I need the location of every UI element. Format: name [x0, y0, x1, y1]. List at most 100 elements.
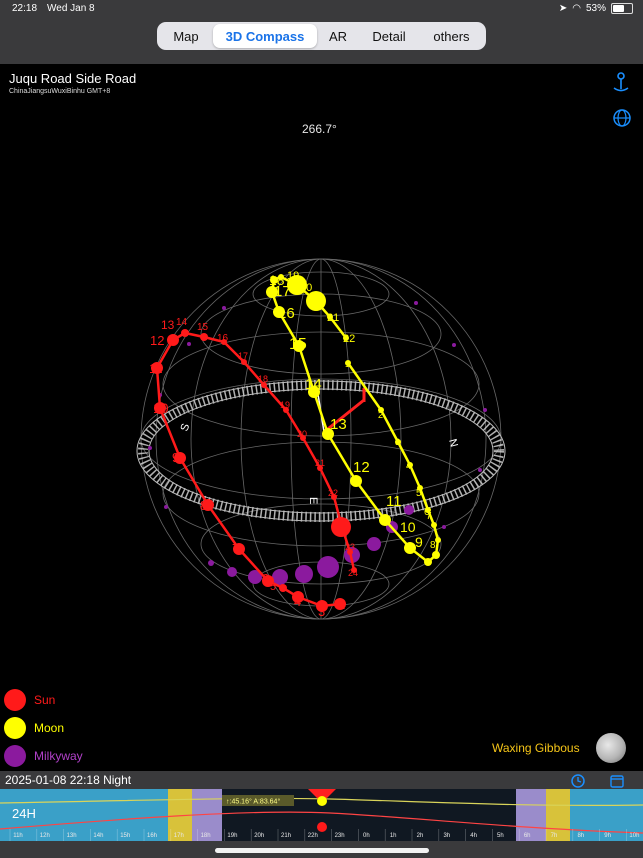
sun-hour-label: 7 [232, 541, 239, 556]
timeline-hour-label: 19h [227, 833, 237, 839]
sun-hour-point [181, 329, 189, 337]
moon-hour-point [273, 306, 285, 318]
battery-percent: 53% [585, 3, 606, 14]
timeline-hour-label: 8h [577, 833, 584, 839]
timeline-hour-label: 0h [363, 833, 370, 839]
milkyway-point [317, 556, 339, 578]
timeline-hour-label: 10h [629, 833, 639, 839]
timeline-hour-label: 6h [524, 833, 531, 839]
milkyway-point [148, 446, 152, 450]
moon-hour-label: 4 [406, 461, 411, 471]
milkyway-point [483, 408, 487, 412]
timeline-hour-label: 22h [308, 833, 318, 839]
milkyway-layer [148, 301, 487, 585]
tab-others[interactable]: others [419, 24, 484, 48]
globe-icon[interactable] [612, 108, 632, 128]
timeline-hour-label: 9h [604, 833, 611, 839]
moon-hour-label: 7 [426, 511, 432, 522]
moon-hour-label: 9 [415, 534, 423, 550]
milkyway-point [222, 306, 226, 310]
celestial-sphere[interactable]: S N E 2345678910111213 14 1516171819202122… [0, 150, 643, 690]
sun-hour-label: 12 [150, 333, 164, 348]
moon-hour-label: 3 [395, 437, 400, 447]
battery-icon [611, 3, 633, 14]
tab-detail[interactable]: Detail [359, 24, 419, 48]
location-pin-icon[interactable] [612, 72, 630, 94]
current-datetime: 2025-01-08 22:18 Night [5, 773, 132, 787]
milkyway-point [404, 505, 414, 515]
moon-hour-point [287, 275, 307, 295]
moon-hour-label: 12 [353, 459, 370, 476]
compass-east: E [307, 497, 319, 504]
sun-hour-point [167, 334, 179, 346]
sun-dot-icon [4, 689, 26, 711]
tab-ar[interactable]: AR [317, 24, 359, 48]
legend-moon: Moon [4, 717, 64, 739]
milkyway-point [164, 505, 168, 509]
sun-current-position [331, 517, 351, 537]
sun-hour-label: 17 [238, 351, 248, 361]
status-indicators: ➤ ◠ 53% [559, 3, 633, 14]
timeline-sun-marker [317, 822, 327, 832]
timeline-range-label: 24H [12, 806, 36, 821]
timeline-hour-label: 7h [551, 833, 558, 839]
clock-icon[interactable] [570, 773, 586, 789]
sun-hour-label: 9 [172, 450, 179, 465]
moon-hour-point [322, 428, 334, 440]
timeline-hour-label: 12h [40, 833, 50, 839]
sun-hour-label: 24 [348, 568, 358, 578]
milkyway-dot-icon [4, 745, 26, 767]
milkyway-point [187, 342, 191, 346]
moon-phase-icon [596, 733, 626, 763]
moon-hour-label: 1 [345, 359, 350, 369]
moon-hour-point [293, 340, 305, 352]
calendar-icon[interactable] [609, 773, 625, 789]
timeline-hour-label: 1h [390, 833, 397, 839]
compass-north: N [446, 438, 460, 449]
sun-hour-label: 4 [294, 594, 301, 609]
location-arrow-icon: ➤ [558, 3, 568, 14]
sun-hour-label: 3 [318, 604, 325, 619]
moon-hour-label: 10 [400, 519, 416, 535]
milkyway-point [452, 343, 456, 347]
moon-hour-point [424, 558, 432, 566]
tab-map[interactable]: Map [159, 24, 213, 48]
moon-hour-label: 5 [416, 488, 422, 499]
sun-hour-label: 10 [153, 400, 169, 416]
moon-current-position [306, 291, 326, 311]
compass-heading: 266.7° [302, 122, 337, 136]
timeline-hour-label: 14h [93, 833, 103, 839]
status-time: 22:18 [12, 3, 38, 14]
sun-hour-point [200, 333, 208, 341]
tab-3d-compass[interactable]: 3D Compass [213, 24, 317, 48]
moon-hour-point [327, 314, 333, 320]
moon-hour-point [404, 542, 416, 554]
sun-hour-label: 2 [338, 597, 345, 612]
sun-hour-label: 18 [258, 374, 268, 384]
timeline-hour-label: 3h [443, 833, 450, 839]
sun-hour-label: 22 [328, 488, 338, 498]
timeline-hour-label: 5h [497, 833, 504, 839]
timeline-hour-label: 23h [335, 833, 345, 839]
sun-hour-label: 14 [176, 317, 188, 328]
milkyway-point [414, 301, 418, 305]
milkyway-point [295, 565, 313, 583]
sun-hour-label: 20 [297, 429, 307, 439]
sun-hour-label: 11 [149, 361, 163, 376]
legend-sun: Sun [4, 689, 55, 711]
timeline-hour-label: 18h [201, 833, 211, 839]
sun-hour-label: 8 [200, 498, 207, 513]
timeline-slider[interactable]: ↑:45.16° A:83.64° 11h 12h 13h 14h 15h 16h 17h 1… [0, 789, 643, 841]
timeline-moon-marker [317, 796, 327, 806]
moon-hour-point [343, 335, 349, 341]
legend-milkyway: Milkyway [4, 745, 83, 767]
timeline-hour-label: 15h [120, 833, 130, 839]
status-date: Wed Jan 8 [47, 3, 95, 14]
sun-hour-label: 13 [161, 318, 175, 332]
home-indicator[interactable] [215, 848, 429, 853]
timeline-hour-label: 16h [147, 833, 157, 839]
moon-phase-label: Waxing Gibbous [492, 741, 580, 755]
sun-hour-label: 16 [217, 333, 229, 344]
moon-hour-point [308, 386, 320, 398]
timeline-hour-label: 2h [417, 833, 424, 839]
